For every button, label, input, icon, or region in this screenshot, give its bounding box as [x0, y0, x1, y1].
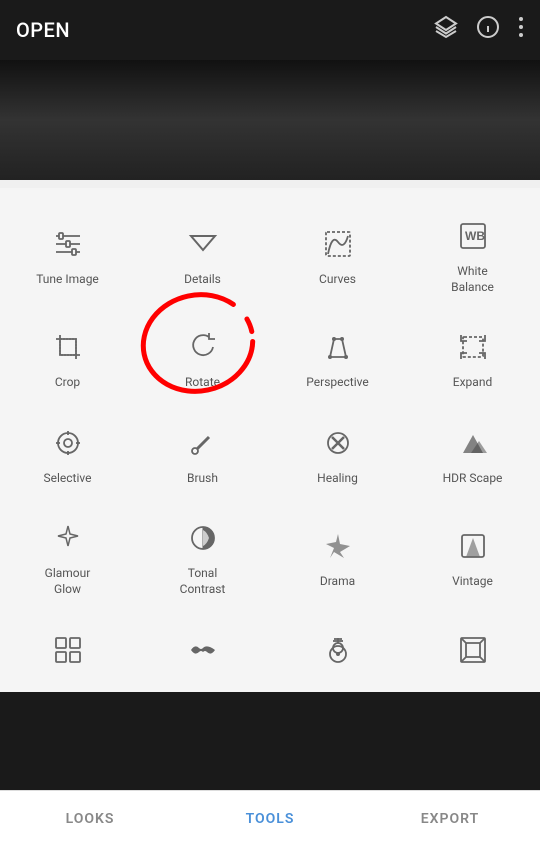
separator [0, 180, 540, 188]
nav-export[interactable]: EXPORT [360, 791, 540, 846]
tool-details[interactable]: Details [135, 198, 270, 309]
tool-tune-image[interactable]: Tune Image [0, 198, 135, 309]
tool-guitar[interactable] [270, 612, 405, 692]
nav-looks-label: LOOKS [66, 811, 115, 827]
info-icon[interactable] [476, 15, 500, 45]
tune-image-icon [48, 224, 88, 264]
details-icon [183, 224, 223, 264]
curves-icon [318, 224, 358, 264]
nav-export-label: EXPORT [421, 811, 479, 827]
tool-mustache[interactable] [135, 612, 270, 692]
image-preview [0, 60, 540, 180]
tool-hdr-scape[interactable]: HDR Scape [405, 405, 540, 501]
tool-rotate[interactable]: Rotate [135, 309, 270, 405]
tool-brush[interactable]: Brush [135, 405, 270, 501]
drama-label: Drama [320, 574, 355, 590]
curves-label: Curves [319, 272, 356, 288]
top-bar: OPEN [0, 0, 540, 60]
tool-healing[interactable]: Healing [270, 405, 405, 501]
crop-icon [48, 327, 88, 367]
white-balance-label: WhiteBalance [451, 264, 494, 295]
photo-frame-icon [453, 630, 493, 670]
app-title: OPEN [16, 18, 70, 42]
tool-vintage[interactable]: Vintage [405, 500, 540, 611]
more-icon[interactable] [518, 15, 524, 45]
selective-label: Selective [44, 471, 92, 487]
tool-crop[interactable]: Crop [0, 309, 135, 405]
vintage-label: Vintage [452, 574, 493, 590]
tool-white-balance[interactable]: WB WhiteBalance [405, 198, 540, 309]
glamour-glow-icon [48, 518, 88, 558]
tools-area: Tune Image Details Curves [0, 188, 540, 692]
perspective-label: Perspective [306, 375, 368, 391]
vintage-icon [453, 526, 493, 566]
nav-tools[interactable]: TOOLS [180, 791, 360, 846]
rotate-icon [183, 327, 223, 367]
top-bar-actions [434, 15, 524, 45]
tool-photo-frame[interactable] [405, 612, 540, 692]
rotate-label: Rotate [185, 375, 220, 391]
healing-label: Healing [317, 471, 358, 487]
tool-expand[interactable]: Expand [405, 309, 540, 405]
image-preview-content [0, 60, 540, 180]
glamour-glow-label: GlamourGlow [45, 566, 91, 597]
tool-glamour-glow[interactable]: GlamourGlow [0, 500, 135, 611]
selective-icon [48, 423, 88, 463]
expand-icon [453, 327, 493, 367]
tool-curves[interactable]: Curves [270, 198, 405, 309]
bottom-nav: LOOKS TOOLS EXPORT [0, 790, 540, 846]
tool-tonal-contrast[interactable]: TonalContrast [135, 500, 270, 611]
crop-label: Crop [55, 375, 80, 391]
layers-icon[interactable] [434, 15, 458, 45]
tonal-contrast-icon [183, 518, 223, 558]
grid1-icon [48, 630, 88, 670]
perspective-icon [318, 327, 358, 367]
guitar-icon [318, 630, 358, 670]
tool-perspective[interactable]: Perspective [270, 309, 405, 405]
tool-selective[interactable]: Selective [0, 405, 135, 501]
drama-icon [318, 526, 358, 566]
brush-icon [183, 423, 223, 463]
hdr-scape-icon [453, 423, 493, 463]
expand-label: Expand [453, 375, 492, 391]
tool-drama[interactable]: Drama [270, 500, 405, 611]
tools-grid: Tune Image Details Curves [0, 198, 540, 692]
details-label: Details [184, 272, 221, 288]
healing-icon [318, 423, 358, 463]
tool-grid1[interactable] [0, 612, 135, 692]
hdr-scape-label: HDR Scape [443, 471, 503, 487]
tune-image-label: Tune Image [36, 272, 99, 288]
brush-label: Brush [187, 471, 218, 487]
nav-tools-label: TOOLS [246, 811, 295, 827]
svg-text:WB: WB [465, 229, 485, 243]
tonal-contrast-label: TonalContrast [180, 566, 226, 597]
mustache-icon [183, 630, 223, 670]
nav-looks[interactable]: LOOKS [0, 791, 180, 846]
white-balance-icon: WB [453, 216, 493, 256]
